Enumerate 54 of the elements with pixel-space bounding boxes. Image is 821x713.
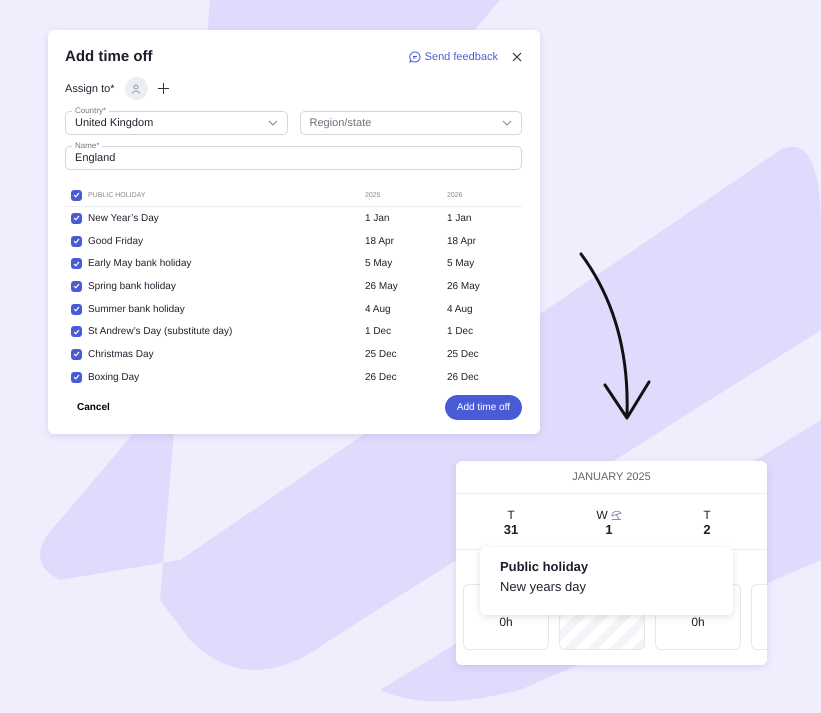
chevron-down-icon bbox=[502, 120, 512, 126]
checkbox[interactable] bbox=[71, 258, 82, 270]
date-cell-text: 26 May bbox=[365, 280, 399, 292]
holiday-name: Summer bank holiday bbox=[88, 304, 185, 315]
checkbox[interactable] bbox=[71, 326, 82, 338]
date-cell-text: 1 Jan bbox=[365, 212, 390, 224]
weekday-label: W bbox=[596, 508, 608, 522]
date-number: 31 bbox=[504, 522, 518, 536]
holiday-name: Boxing Day bbox=[88, 372, 140, 383]
weekday-label: T bbox=[507, 508, 515, 522]
dialog-title: Add time off bbox=[65, 48, 154, 65]
date-cell-text: 26 May bbox=[447, 280, 481, 292]
month-heading: JANUARY 2025 bbox=[456, 460, 767, 494]
holiday-name: Good Friday bbox=[88, 236, 144, 247]
person-icon[interactable] bbox=[124, 77, 148, 100]
date-cell-text: 18 Apr bbox=[447, 236, 477, 247]
date-cell-text: 26 Dec bbox=[365, 372, 398, 383]
region-select[interactable]: Region/state bbox=[300, 111, 522, 135]
date-cell-text: 26 Dec bbox=[447, 372, 480, 383]
tooltip-title: Public holiday bbox=[500, 558, 590, 574]
checkbox[interactable] bbox=[71, 280, 82, 292]
assign-to-label: Assign to* bbox=[65, 82, 115, 94]
date-number: 2 bbox=[703, 522, 711, 536]
cancel-button[interactable]: Cancel bbox=[65, 398, 122, 416]
date-cell-text: 25 Dec bbox=[365, 348, 398, 360]
send-feedback-link[interactable]: Send feedback bbox=[408, 50, 498, 62]
holiday-name: Spring bank holiday bbox=[88, 280, 176, 292]
chat-bubble-icon bbox=[408, 50, 421, 62]
date-cell-text: 4 Aug bbox=[365, 304, 392, 315]
close-icon[interactable] bbox=[512, 52, 522, 62]
holiday-name: Early May bank holiday bbox=[88, 258, 192, 270]
holiday-name: St Andrew’s Day (substitute day) bbox=[88, 326, 232, 338]
checkbox[interactable] bbox=[71, 304, 82, 315]
holiday-name: Christmas Day bbox=[88, 348, 154, 360]
checkbox[interactable] bbox=[71, 236, 82, 247]
weekday-label: T bbox=[703, 508, 711, 522]
date-cell-text: 5 May bbox=[365, 258, 394, 270]
umbrella-icon bbox=[610, 510, 622, 520]
date-number: 1 bbox=[605, 522, 613, 536]
add-time-off-button[interactable]: Add time off bbox=[444, 394, 522, 420]
plus-icon[interactable] bbox=[158, 83, 169, 94]
checkbox[interactable] bbox=[71, 372, 82, 383]
date-cell-text: 1 Dec bbox=[447, 326, 474, 338]
checkbox[interactable] bbox=[71, 348, 82, 360]
holiday-name: New Year’s Day bbox=[88, 212, 159, 224]
date-cell-text: 1 Dec bbox=[365, 326, 392, 338]
checkbox[interactable] bbox=[71, 190, 82, 200]
checkbox[interactable] bbox=[71, 212, 82, 224]
date-cell-text: 4 Aug bbox=[447, 304, 474, 315]
date-cell-text: 5 May bbox=[447, 258, 476, 270]
date-cell-text: 18 Apr bbox=[365, 236, 395, 247]
date-cell-text: 25 Dec bbox=[447, 348, 480, 360]
chevron-down-icon bbox=[268, 120, 278, 126]
date-cell-text: 1 Jan bbox=[447, 212, 472, 224]
